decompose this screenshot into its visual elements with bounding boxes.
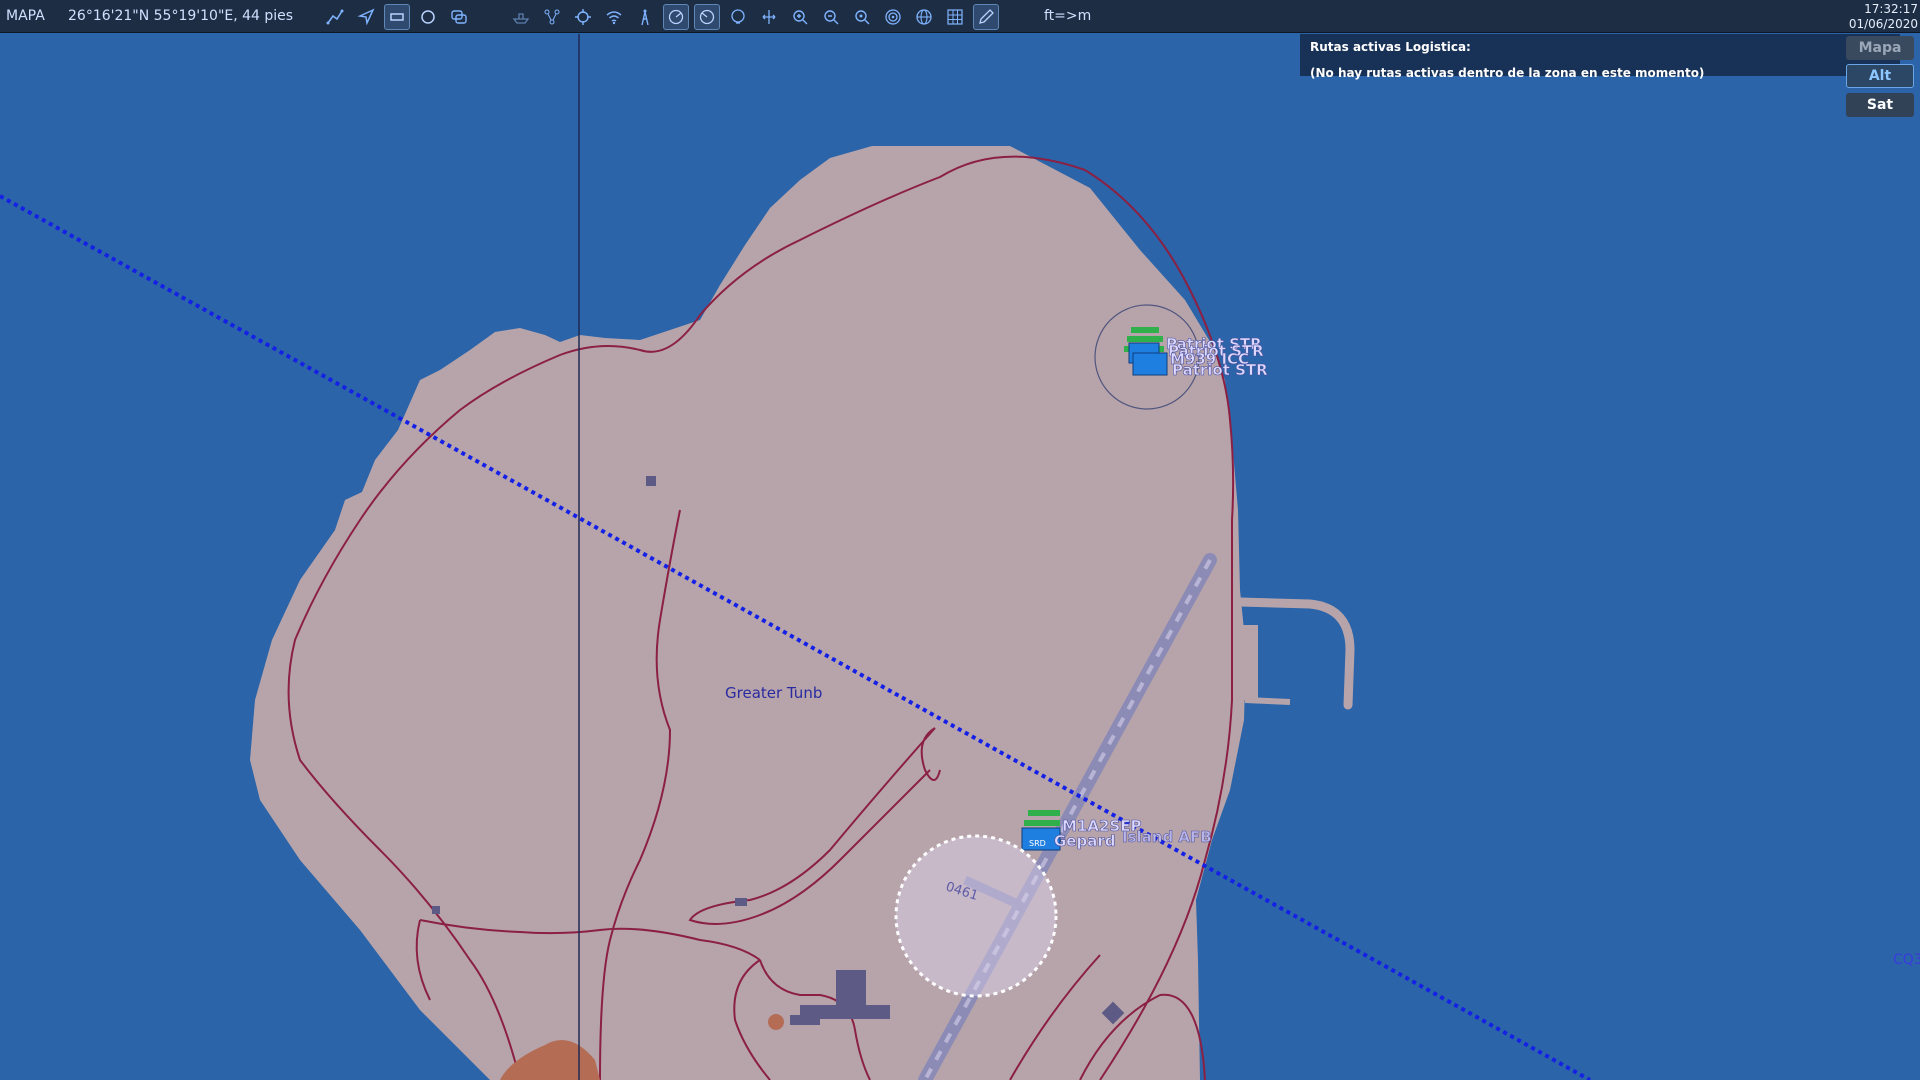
ship-tool-button[interactable] [508, 4, 534, 30]
grid-icon [947, 9, 963, 25]
grid-tool-button[interactable] [942, 4, 968, 30]
radar-a-tool-button[interactable] [663, 4, 689, 30]
crosshair-tool-button[interactable] [570, 4, 596, 30]
unit-health-bar [1024, 820, 1060, 826]
unit-badge: SRD [1029, 839, 1046, 848]
zoom-out-icon [824, 10, 839, 25]
unit-health-bar [1127, 336, 1163, 342]
antenna-icon [641, 9, 649, 26]
layer-alt-button[interactable]: Alt [1846, 64, 1914, 88]
unit-health-bar [1131, 327, 1159, 333]
radar-c-icon [731, 9, 745, 24]
edge-label: CQ3 [1893, 952, 1920, 968]
ship-icon [512, 13, 530, 24]
pencil-tool-button[interactable] [973, 4, 999, 30]
radar-a-icon [668, 9, 684, 25]
route-tool-button[interactable] [322, 4, 348, 30]
routes-panel-message: (No hay rutas activas dentro de la zona … [1310, 66, 1705, 80]
zoom-fit-icon [855, 10, 870, 25]
zoom-fit-button[interactable] [849, 4, 875, 30]
circle-tool-button[interactable] [415, 4, 441, 30]
zoom-in-icon [793, 10, 808, 25]
place-label: Greater Tunb [725, 684, 822, 702]
clock-time: 17:32:17 [1864, 2, 1918, 16]
rectangle-tool-icon [390, 13, 404, 21]
route-icon [326, 9, 344, 25]
measure-icon [762, 10, 776, 24]
clock-date: 01/06/2020 [1848, 17, 1918, 31]
routes-panel-title: Rutas activas Logistica: [1310, 40, 1471, 54]
navigate-tool-button[interactable] [353, 4, 379, 30]
network-icon [544, 9, 560, 25]
clock: 17:32:17 01/06/2020 [1849, 2, 1918, 32]
measure-tool-button[interactable] [756, 4, 782, 30]
globe-tool-button[interactable] [911, 4, 937, 30]
layers-chat-button[interactable] [446, 4, 472, 30]
logistics-routes-panel: Rutas activas Logistica: (No hay rutas a… [1300, 34, 1900, 80]
unit-label: Gepard [1054, 832, 1115, 850]
navigate-arrow-icon [357, 8, 375, 26]
sand-patch [768, 1014, 784, 1030]
crosshair-icon [575, 9, 591, 25]
zoom-out-button[interactable] [818, 4, 844, 30]
radar-b-icon [699, 9, 715, 25]
layers-chat-icon [451, 10, 467, 24]
harbor-jetty [1244, 697, 1291, 705]
map-canvas[interactable]: Patriot STR Patriot STR M939 ICC Patriot… [0, 34, 1920, 1080]
wifi-icon [606, 11, 622, 25]
selected-zone[interactable]: 0461 [894, 834, 1058, 998]
mode-label: MAPA [6, 8, 45, 24]
network-tool-button[interactable] [539, 4, 565, 30]
target-tool-button[interactable] [880, 4, 906, 30]
wifi-tool-button[interactable] [601, 4, 627, 30]
radar-b-tool-button[interactable] [694, 4, 720, 30]
coordinates-readout: 26°16'21"N 55°19'10"E, 44 pies [68, 8, 294, 24]
zoom-in-button[interactable] [787, 4, 813, 30]
layer-sat-button[interactable]: Sat [1846, 93, 1914, 117]
layer-map-button[interactable]: Mapa [1846, 36, 1914, 60]
unit-label: Patriot STR [1172, 361, 1268, 379]
zone-circle[interactable] [894, 834, 1058, 998]
globe-icon [916, 9, 932, 25]
unit-symbol [1132, 352, 1168, 376]
airbase-label: Island AFB [1122, 828, 1212, 846]
harbor-inner [1240, 625, 1258, 700]
antenna-tool-button[interactable] [632, 4, 658, 30]
top-toolbar: MAPA 26°16'21"N 55°19'10"E, 44 pies ft=>… [0, 0, 1920, 33]
circle-tool-icon [421, 10, 435, 24]
rectangle-tool-button[interactable] [384, 4, 410, 30]
unit-health-bar [1028, 810, 1060, 816]
pencil-icon [979, 9, 994, 24]
target-icon [885, 9, 901, 25]
unit-toggle-button[interactable]: ft=>m [1036, 4, 1099, 28]
radar-c-tool-button[interactable] [725, 4, 751, 30]
